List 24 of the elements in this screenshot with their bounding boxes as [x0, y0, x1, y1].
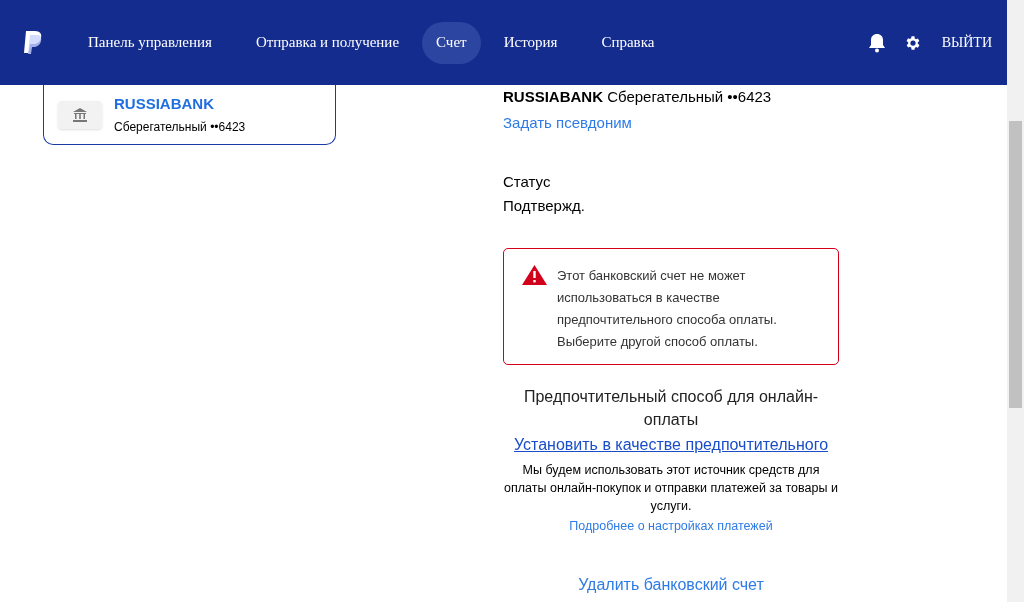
nav-tab[interactable]: Отправка и получение: [234, 21, 421, 64]
nav-tab[interactable]: Счет: [422, 21, 481, 64]
account-heading: RUSSIABANK Сберегательный ••6423: [503, 87, 773, 107]
preferred-description: Мы будем использовать этот источник средств для оплаты онлайн-покупок и отправки платежей за товары и услуги.: [503, 461, 839, 515]
account-type: Сберегательный ••6423: [114, 118, 246, 136]
logo-icon[interactable]: [22, 29, 44, 56]
alert-message: Этот банковский счет не может использоваться в качестве предпочтительного способа оплаты. Выберите другой способ оплаты.: [557, 266, 778, 351]
status-value: Подтвержд.: [503, 196, 586, 216]
warning-icon: [522, 264, 547, 285]
bell-icon[interactable]: [867, 32, 886, 53]
nav-tab[interactable]: Панель управления: [67, 21, 233, 64]
status-label: Статус: [503, 171, 552, 192]
scrollbar[interactable]: [1007, 0, 1024, 602]
bank-icon: [58, 100, 102, 129]
bank-name: RUSSIABANK: [114, 93, 215, 114]
set-preferred-link[interactable]: Установить в качестве предпочтительного: [513, 432, 829, 457]
nav-tab[interactable]: Справка: [580, 21, 676, 64]
payment-settings-link[interactable]: Подробнее о настройках платежей: [569, 516, 773, 536]
delete-bank-account-link[interactable]: Удалить банковский счет: [578, 573, 764, 598]
preferred-title: Предпочтительный способ для онлайн-оплаты: [522, 386, 820, 430]
bank-account-card[interactable]: RUSSIABANK Сберегательный ••6423: [43, 85, 336, 145]
nav-tab[interactable]: История: [482, 21, 579, 64]
logout-button[interactable]: ВЫЙТИ: [941, 32, 992, 53]
set-nickname-link[interactable]: Задать псевдоним: [503, 112, 632, 135]
